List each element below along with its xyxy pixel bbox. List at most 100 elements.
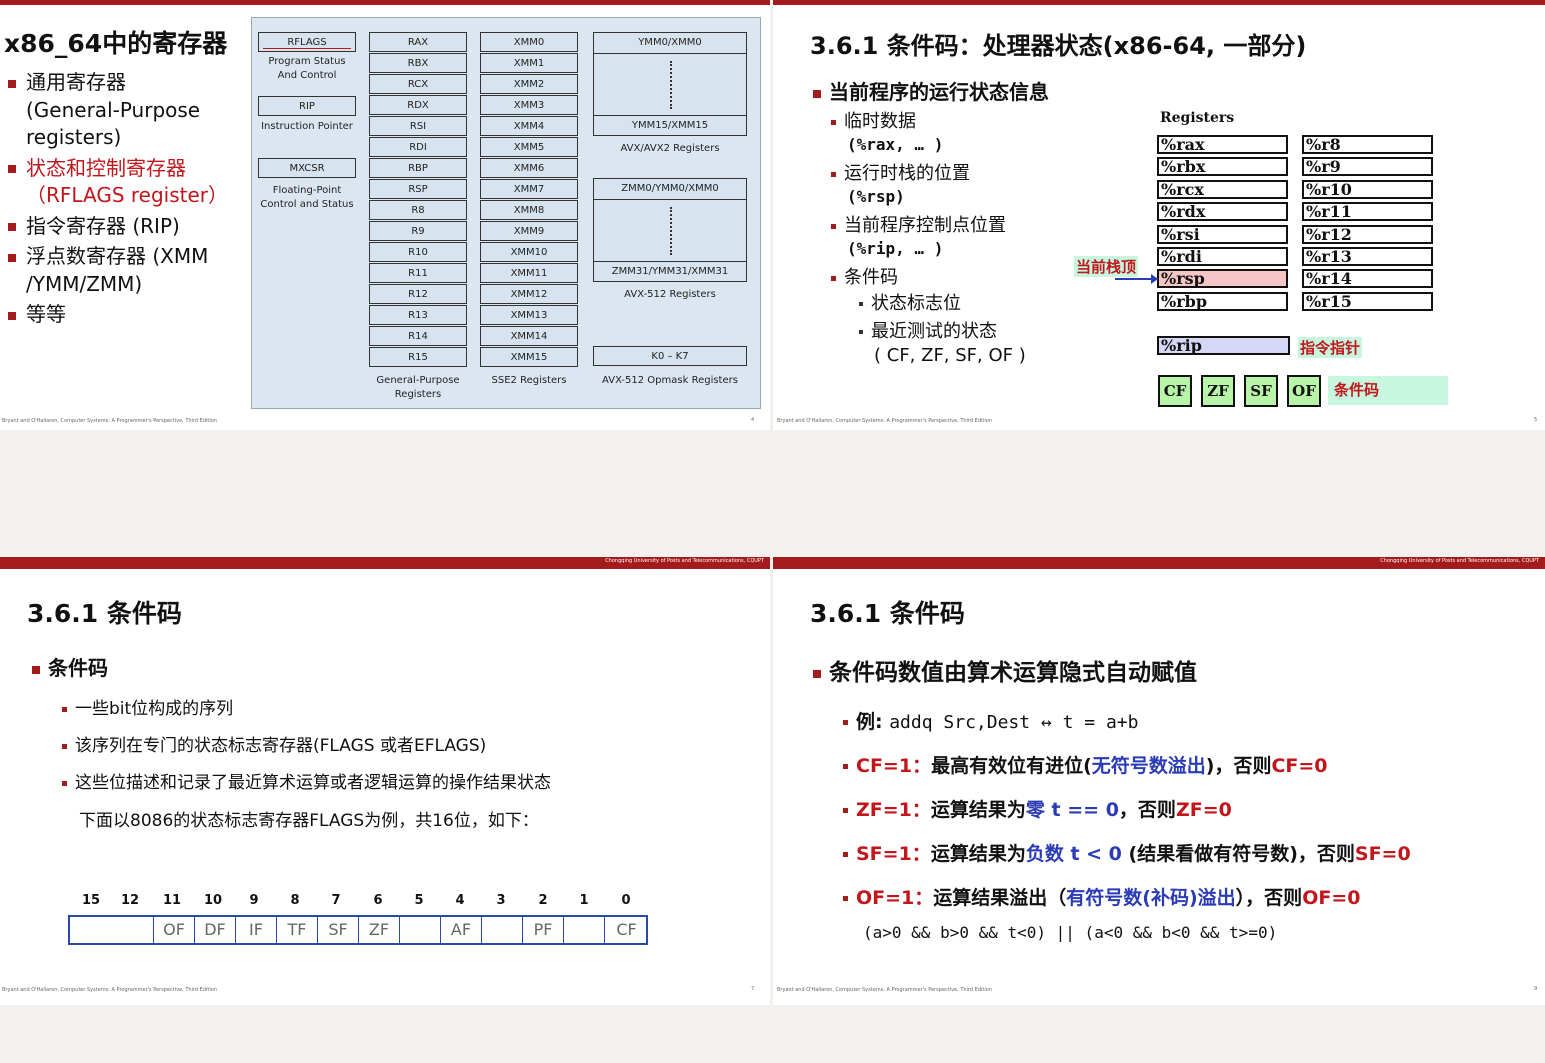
flag-text: 运算结果为: [930, 799, 1026, 821]
slide-footer: Bryant and O'Hallaron, Computer Systems:…: [777, 418, 992, 424]
condition-code-item: 一些bit位构成的序列: [62, 695, 233, 723]
xmm-register: XMM13: [480, 305, 578, 325]
flag-sf: SF: [1244, 375, 1278, 407]
flag-highlight: 有符号数(补码)溢出: [1066, 887, 1236, 909]
slide-header-bar: Chongqing University of Posts and Teleco…: [773, 557, 1545, 569]
subitem-text: 最近测试的状态: [871, 321, 997, 342]
bullet-text: 状态和控制寄存器: [26, 155, 186, 180]
bullet-text: 通用寄存器: [26, 70, 126, 94]
bullet-square: [831, 275, 836, 281]
bullet-square: [831, 171, 836, 177]
flag-cell: IF: [236, 915, 277, 945]
flag-cell: [482, 915, 523, 945]
flag-definition-sf: SF=1：运算结果为负数 t < 0 (结果看做有符号数)，否则SF=0: [843, 840, 1411, 868]
bullet-square: [8, 311, 16, 320]
bullet-line: 通用寄存器: [8, 68, 126, 96]
flag-name: ZF=1：: [856, 799, 931, 821]
register-r14: %r14: [1302, 269, 1433, 289]
bullet-text: registers): [26, 125, 122, 149]
slide-header-bar: [0, 0, 770, 5]
gp-register: RBP: [369, 158, 467, 178]
register-r9: %r9: [1302, 157, 1433, 177]
bullet-square: [8, 253, 16, 262]
flags-label: 条件码: [1328, 376, 1448, 405]
rip-register: %rip: [1157, 336, 1290, 355]
bullet-square: [843, 764, 848, 769]
item-sub: (%rsp): [847, 187, 905, 206]
subitem-text: 状态标志位: [871, 293, 961, 314]
mxcsr-desc: Floating-Point Control and Status: [260, 185, 354, 210]
main-bullet: 条件码数值由算术运算隐式自动赋值: [813, 659, 1197, 687]
slide-footer: Bryant and O'Hallaron, Computer Systems:…: [2, 418, 217, 424]
bullet-text: 等等: [26, 302, 66, 326]
gp-register: R10: [369, 242, 467, 262]
gp-register: R15: [369, 347, 467, 367]
bit-number: 7: [331, 893, 341, 908]
of-condition: (a>0 && b>0 && t<0) || (a<0 && b<0 && t>…: [863, 923, 1278, 942]
page-number: 5: [1534, 417, 1538, 423]
xmm-register: XMM8: [480, 200, 578, 220]
flag-highlight: 无符号数溢出: [1091, 755, 1206, 777]
register-r12: %r12: [1302, 224, 1433, 244]
xmm-register: XMM9: [480, 221, 578, 241]
gp-register: RDX: [369, 95, 467, 115]
bullet-square: [62, 743, 67, 749]
bullet-square: [843, 852, 848, 857]
item-sub: (%rax, … ): [847, 135, 944, 154]
register-r15: %r15: [1302, 291, 1433, 311]
state-item: 运行时栈的位置: [831, 162, 970, 186]
slide-4: Chongqing University of Posts and Teleco…: [773, 557, 1545, 1005]
bullet-square: [831, 119, 836, 125]
xmm-register: XMM4: [480, 116, 578, 136]
condition-code-item: 该序列在专门的状态标志寄存器(FLAGS 或者EFLAGS): [62, 732, 486, 760]
flag-highlight: 负数 t < 0: [1025, 843, 1122, 865]
slide-header-bar: [773, 0, 1545, 5]
main-bullet: 条件码: [32, 654, 108, 682]
flag-of: OF: [1287, 375, 1321, 407]
flag-text: )，否则: [1205, 755, 1272, 777]
bullet-line: 指令寄存器 (RIP): [8, 212, 180, 240]
flag-highlight: 零 t == 0: [1025, 799, 1119, 821]
gp-register: R11: [369, 263, 467, 283]
bullet-square: [831, 223, 836, 229]
bullet-text: /YMM/ZMM): [26, 271, 143, 296]
flag-cell: TF: [277, 915, 318, 945]
bullet-square: [859, 330, 863, 334]
rflags-box: RFLAGS: [258, 32, 356, 52]
state-item: 临时数据: [831, 110, 916, 134]
bit-number: 15: [81, 893, 101, 908]
bullet-square: [843, 808, 848, 813]
ymm-label: AVX/AVX2 Registers: [620, 143, 720, 154]
bit-number: 10: [203, 893, 223, 908]
flag-name: SF=1：: [856, 843, 931, 865]
rip-box: RIP: [258, 96, 356, 116]
bit-number: 5: [414, 893, 424, 908]
gp-register: R13: [369, 305, 467, 325]
xmm-register: XMM3: [480, 95, 578, 115]
xmm-label: SSE2 Registers: [491, 375, 567, 386]
slide-3: Chongqing University of Posts and Teleco…: [0, 557, 770, 1005]
bullet-square: [8, 165, 16, 173]
rflags-red-line: [263, 48, 351, 49]
bit-number: 8: [290, 893, 300, 908]
xmm-register: XMM6: [480, 158, 578, 178]
bit-number: 6: [373, 893, 383, 908]
bit-number: 9: [249, 893, 259, 908]
page-number: 9: [1534, 986, 1538, 992]
flag-name: CF=1：: [856, 755, 932, 777]
condition-code-item: 这些位描述和记录了最近算术运算或者逻辑运算的操作结果状态: [62, 769, 551, 797]
flags-register-table: OF DF IF TF SF ZF AF PF CF: [68, 915, 648, 945]
rip-label: 指令指针: [1298, 337, 1363, 358]
bit-number: 2: [538, 893, 548, 908]
register-rbp: %rbp: [1157, 291, 1288, 311]
flag-cell: [564, 915, 605, 945]
item-text: 当前程序控制点位置: [844, 215, 1006, 236]
bullet-line: 状态和控制寄存器: [8, 154, 186, 182]
xmm-register: XMM10: [480, 242, 578, 262]
xmm-register: XMM5: [480, 137, 578, 157]
page-number: 7: [751, 986, 755, 992]
gp-register: RSP: [369, 179, 467, 199]
example-line: 例: addq Src,Dest ↔ t = a+b: [843, 708, 1138, 737]
slide-title: 3.6.1 条件码：处理器状态(x86-64, 一部分): [810, 32, 1307, 60]
item-text: 条件码: [844, 267, 898, 288]
